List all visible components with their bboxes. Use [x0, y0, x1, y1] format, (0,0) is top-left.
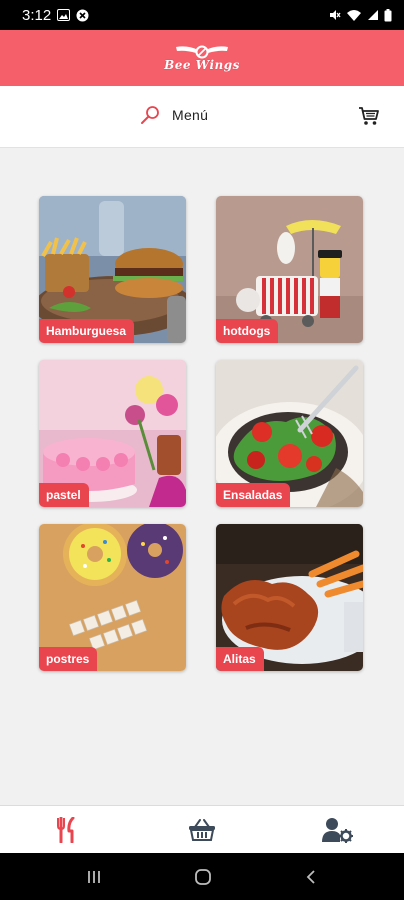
- image-icon: [57, 9, 71, 21]
- category-label: Alitas: [216, 647, 264, 671]
- app-notification-icon: [76, 9, 89, 21]
- category-card-alitas[interactable]: Alitas: [216, 524, 363, 671]
- app-header: Bee Wings: [0, 30, 404, 86]
- category-card-hotdogs[interactable]: hotdogs: [216, 196, 363, 343]
- logo-text: Bee Wings: [164, 58, 240, 72]
- category-label: hotdogs: [216, 319, 279, 343]
- signal-icon: [368, 10, 378, 20]
- menu-label: Menú: [172, 107, 209, 123]
- wifi-icon: [347, 10, 361, 21]
- status-time: 3:12: [22, 6, 52, 24]
- status-bar: 3:12: [0, 0, 404, 30]
- category-card-postres[interactable]: postres: [39, 524, 186, 671]
- brand-logo[interactable]: Bee Wings: [164, 44, 240, 72]
- battery-icon: [384, 8, 392, 21]
- menu-search-bar: Menú: [0, 86, 404, 148]
- search-icon: [141, 106, 159, 124]
- back-icon[interactable]: [304, 869, 318, 885]
- user-settings-icon: [321, 817, 353, 843]
- mute-icon: [330, 10, 341, 20]
- bottom-nav: [0, 805, 404, 853]
- fork-knife-icon: [57, 816, 75, 843]
- home-icon[interactable]: [194, 868, 212, 886]
- nav-profile[interactable]: [307, 806, 367, 854]
- category-grid: Hamburguesa hotdogs pastel Ensaladas pos…: [39, 196, 364, 671]
- category-card-hamburguesa[interactable]: Hamburguesa: [39, 196, 186, 343]
- cart-icon: [359, 107, 379, 125]
- nav-menu[interactable]: [37, 806, 97, 854]
- basket-icon: [188, 818, 215, 841]
- recent-apps-icon[interactable]: [86, 869, 102, 885]
- nav-basket[interactable]: [172, 806, 232, 854]
- category-label: Ensaladas: [216, 483, 291, 507]
- category-label: pastel: [39, 483, 89, 507]
- search-trigger[interactable]: Menú: [140, 105, 208, 125]
- category-card-ensaladas[interactable]: Ensaladas: [216, 360, 363, 507]
- cart-button[interactable]: [358, 105, 380, 132]
- system-nav-bar: [0, 853, 404, 900]
- category-card-pastel[interactable]: pastel: [39, 360, 186, 507]
- category-label: Hamburguesa: [39, 319, 135, 343]
- category-label: postres: [39, 647, 98, 671]
